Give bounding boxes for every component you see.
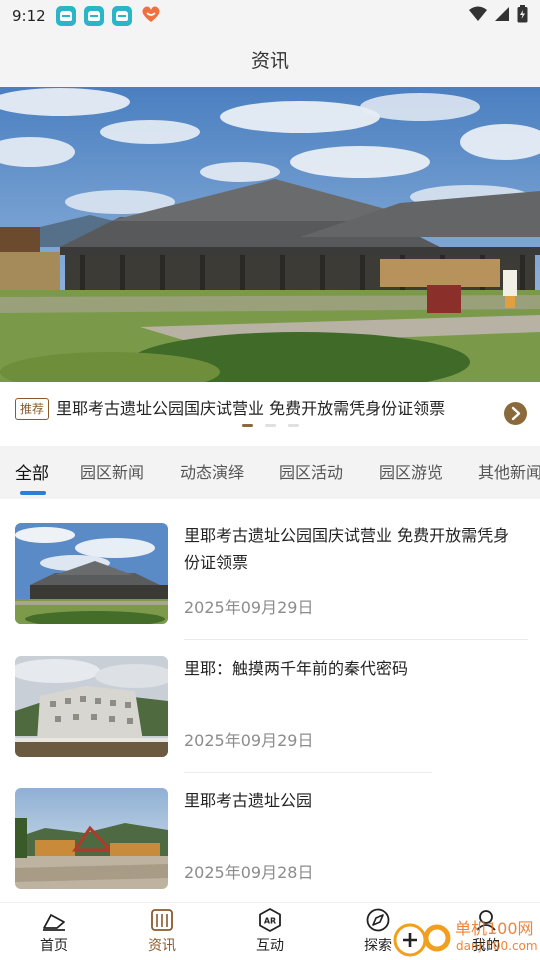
news-list-item[interactable]: 里耶：触摸两千年前的秦代密码 2025年09月29日: [0, 641, 540, 773]
chevron-right-icon[interactable]: [504, 402, 527, 429]
news-thumbnail: [15, 788, 168, 889]
watermark: 单机100网 danji100.com: [392, 912, 540, 960]
category-tabs: 全部 园区新闻 动态演绎 园区活动 园区游览 其他新闻: [0, 449, 540, 499]
news-thumbnail: [15, 523, 168, 624]
status-bar: 9:12: [0, 0, 540, 32]
carousel-dot[interactable]: [288, 424, 299, 427]
signal-icon: [493, 6, 511, 26]
tab-park-activities[interactable]: 园区活动: [279, 459, 343, 483]
news-list-item[interactable]: 里耶考古遗址公园 2025年09月28日: [0, 773, 540, 905]
news-icon: [149, 907, 175, 933]
news-date: 2025年09月29日: [184, 731, 314, 750]
page-title: 资讯: [250, 50, 289, 72]
status-time: 9:12: [12, 7, 46, 25]
watermark-brand: 单机100网: [455, 919, 534, 938]
news-title[interactable]: 里耶考古遗址公园: [184, 787, 524, 814]
ar-icon: AR: [257, 907, 283, 933]
active-tab-indicator: [20, 491, 46, 495]
tab-park-news[interactable]: 园区新闻: [80, 459, 144, 483]
nav-label: 互动: [256, 938, 284, 954]
nav-news[interactable]: 资讯: [132, 907, 192, 955]
banner-headline[interactable]: 里耶考古遗址公园国庆试营业 免费开放需凭身份证领票: [56, 395, 445, 419]
notification-heart-icon: [140, 4, 162, 28]
carousel-indicator: [242, 424, 299, 427]
carousel-dot[interactable]: [242, 424, 253, 427]
list-divider: [184, 639, 528, 640]
nav-interact[interactable]: AR 互动: [240, 907, 300, 955]
notification-app-icon: [111, 6, 132, 26]
wifi-icon: [469, 6, 487, 26]
news-title[interactable]: 里耶考古遗址公园国庆试营业 免费开放需凭身份证领票: [184, 522, 524, 576]
banner-carousel[interactable]: [0, 87, 540, 382]
tab-other-news[interactable]: 其他新闻: [478, 459, 540, 483]
compass-icon: [365, 907, 391, 933]
tab-park-tour[interactable]: 园区游览: [379, 459, 443, 483]
nav-label: 首页: [40, 938, 68, 954]
news-date: 2025年09月29日: [184, 598, 314, 617]
tab-dynamic-performance[interactable]: 动态演绎: [180, 459, 244, 483]
recommend-tag: 推荐: [15, 398, 50, 420]
page-header: 资讯: [0, 32, 540, 87]
news-title[interactable]: 里耶：触摸两千年前的秦代密码: [184, 655, 524, 682]
carousel-dot[interactable]: [265, 424, 276, 427]
watermark-url: danji100.com: [456, 939, 538, 953]
tab-all[interactable]: 全部: [15, 459, 49, 484]
banner-caption[interactable]: 推荐 里耶考古遗址公园国庆试营业 免费开放需凭身份证领票: [0, 382, 540, 446]
news-list-item[interactable]: 里耶考古遗址公园国庆试营业 免费开放需凭身份证领票 2025年09月29日: [0, 508, 540, 640]
news-date: 2025年09月28日: [184, 863, 314, 882]
banner-image: [0, 87, 540, 382]
nav-label: 资讯: [148, 938, 176, 954]
nav-home[interactable]: 首页: [24, 907, 84, 955]
news-thumbnail: [15, 656, 168, 757]
battery-icon: [517, 5, 528, 27]
svg-text:AR: AR: [264, 917, 276, 926]
notification-app-icon: [83, 6, 104, 26]
home-icon: [41, 907, 67, 933]
notification-app-icon: [55, 6, 76, 26]
